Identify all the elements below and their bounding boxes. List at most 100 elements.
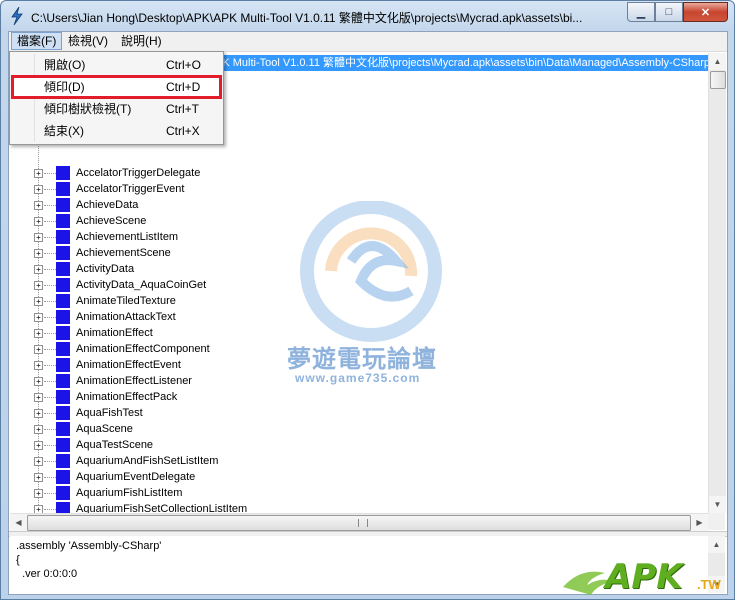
scroll-left-icon[interactable]: ◀	[10, 514, 27, 531]
class-icon	[56, 438, 70, 452]
class-icon	[56, 486, 70, 500]
scroll-up-icon[interactable]: ▲	[708, 536, 725, 553]
tree-node-label: AquaFishTest	[76, 407, 143, 419]
tree-node-label: AquariumAndFishSetListItem	[76, 455, 219, 467]
menu-help[interactable]: 說明(H)	[116, 32, 167, 50]
tree-connector	[44, 381, 56, 382]
tree-connector	[44, 317, 56, 318]
expand-icon[interactable]: +	[34, 345, 43, 354]
menu-view[interactable]: 檢視(V)	[63, 32, 113, 50]
expand-icon[interactable]: +	[34, 185, 43, 194]
tree-connector	[44, 269, 56, 270]
tree-horizontal-scrollbar[interactable]: ◀ ▶	[10, 513, 708, 531]
menu-item-shortcut: Ctrl+X	[166, 124, 200, 138]
tree-connector	[44, 477, 56, 478]
tree-node-label: ActivityData	[76, 263, 135, 275]
tree-node-label: AquariumFishListItem	[76, 487, 183, 499]
menu-item-open[interactable]: 開啟(O) Ctrl+O	[12, 54, 221, 76]
expand-icon[interactable]: +	[34, 425, 43, 434]
tree-node-label: ActivityData_AquaCoinGet	[76, 279, 207, 291]
expand-icon[interactable]: +	[34, 201, 43, 210]
class-icon	[56, 358, 70, 372]
tree-node-label: AquaTestScene	[76, 439, 154, 451]
close-icon: ✕	[700, 6, 711, 19]
menu-item-label: 結束(X)	[44, 124, 84, 138]
tree-connector	[44, 189, 56, 190]
expand-icon[interactable]: +	[34, 489, 43, 498]
scroll-right-icon[interactable]: ▶	[691, 514, 708, 531]
class-icon	[56, 198, 70, 212]
tree-connector	[44, 205, 56, 206]
tree-node-label: AchievementScene	[76, 247, 171, 259]
tree-node-label: AccelatorTriggerEvent	[76, 183, 185, 195]
app-window: C:\Users\Jian Hong\Desktop\APK\APK Multi…	[0, 0, 735, 600]
tree-node-label: AnimationEffectEvent	[76, 359, 181, 371]
tree-node-label: AchieveData	[76, 199, 139, 211]
minimize-button[interactable]: ▁	[627, 2, 655, 22]
expand-icon[interactable]: +	[34, 233, 43, 242]
menu-bar: 檔案(F) 檢視(V) 說明(H)	[9, 32, 727, 52]
expand-icon[interactable]: +	[34, 473, 43, 482]
class-icon	[56, 214, 70, 228]
menu-item-dump[interactable]: 傾印(D) Ctrl+D	[11, 75, 222, 99]
expand-icon[interactable]: +	[34, 265, 43, 274]
apk-brand-logo: APK	[605, 557, 683, 597]
apk-brand-suffix: .TW	[697, 577, 721, 592]
menu-file[interactable]: 檔案(F)	[11, 32, 63, 50]
scroll-thumb[interactable]	[710, 71, 726, 89]
expand-icon[interactable]: +	[34, 217, 43, 226]
class-icon	[56, 278, 70, 292]
expand-icon[interactable]: +	[34, 249, 43, 258]
menu-item-dump-tree[interactable]: 傾印樹狀檢視(T) Ctrl+T	[12, 98, 221, 120]
tree-node-label: AnimationEffectPack	[76, 391, 178, 403]
class-icon	[56, 342, 70, 356]
expand-icon[interactable]: +	[34, 281, 43, 290]
title-bar[interactable]: C:\Users\Jian Hong\Desktop\APK\APK Multi…	[1, 1, 734, 31]
expand-icon[interactable]: +	[34, 169, 43, 178]
menu-item-shortcut: Ctrl+O	[166, 58, 202, 72]
expand-icon[interactable]: +	[34, 441, 43, 450]
output-line: .ver 0:0:0:0	[16, 568, 78, 580]
tree-connector	[44, 333, 56, 334]
expand-icon[interactable]: +	[34, 329, 43, 338]
expand-icon[interactable]: +	[34, 409, 43, 418]
tree-node-label: AchieveScene	[76, 215, 147, 227]
tree-connector	[44, 509, 56, 510]
expand-icon[interactable]: +	[34, 393, 43, 402]
watermark-name: 夢遊電玩論壇	[287, 346, 437, 373]
maximize-icon: □	[665, 6, 673, 18]
tree-node-label: AquaScene	[76, 423, 133, 435]
menu-item-exit[interactable]: 結束(X) Ctrl+X	[12, 120, 221, 142]
tree-vertical-scrollbar[interactable]: ▲ ▼	[708, 53, 726, 513]
expand-icon[interactable]: +	[34, 313, 43, 322]
scroll-down-icon[interactable]: ▼	[709, 496, 726, 513]
expand-icon[interactable]: +	[34, 457, 43, 466]
close-button[interactable]: ✕	[683, 2, 728, 22]
tree-connector	[44, 301, 56, 302]
expand-icon[interactable]: +	[34, 377, 43, 386]
tree-connector	[44, 237, 56, 238]
maximize-button[interactable]: □	[655, 2, 683, 22]
tree-connector	[44, 461, 56, 462]
menu-item-shortcut: Ctrl+T	[166, 102, 199, 116]
file-menu-dropdown: 開啟(O) Ctrl+O 傾印(D) Ctrl+D 傾印樹狀檢視(T) Ctrl…	[9, 51, 224, 145]
tree-connector	[44, 221, 56, 222]
class-icon	[56, 182, 70, 196]
class-icon	[56, 470, 70, 484]
window-controls: ▁ □ ✕	[627, 2, 728, 22]
tree-connector	[44, 445, 56, 446]
tree-root-selected[interactable]: PK Multi-Tool V1.0.11 繁體中文化版\projects\My…	[215, 55, 708, 71]
tree-connector	[44, 285, 56, 286]
class-icon	[56, 406, 70, 420]
scroll-up-icon[interactable]: ▲	[709, 53, 726, 70]
tree-node-label: AnimationEffectComponent	[76, 343, 210, 355]
watermark-url: www.game735.com	[295, 371, 421, 385]
grip-icon	[358, 519, 368, 527]
expand-icon[interactable]: +	[34, 297, 43, 306]
tree-connector	[44, 349, 56, 350]
hscroll-thumb[interactable]	[27, 515, 691, 531]
expand-icon[interactable]: +	[34, 361, 43, 370]
class-icon	[56, 230, 70, 244]
tree-node-label: AnimationAttackText	[76, 311, 176, 323]
minimize-icon: ▁	[636, 6, 646, 19]
